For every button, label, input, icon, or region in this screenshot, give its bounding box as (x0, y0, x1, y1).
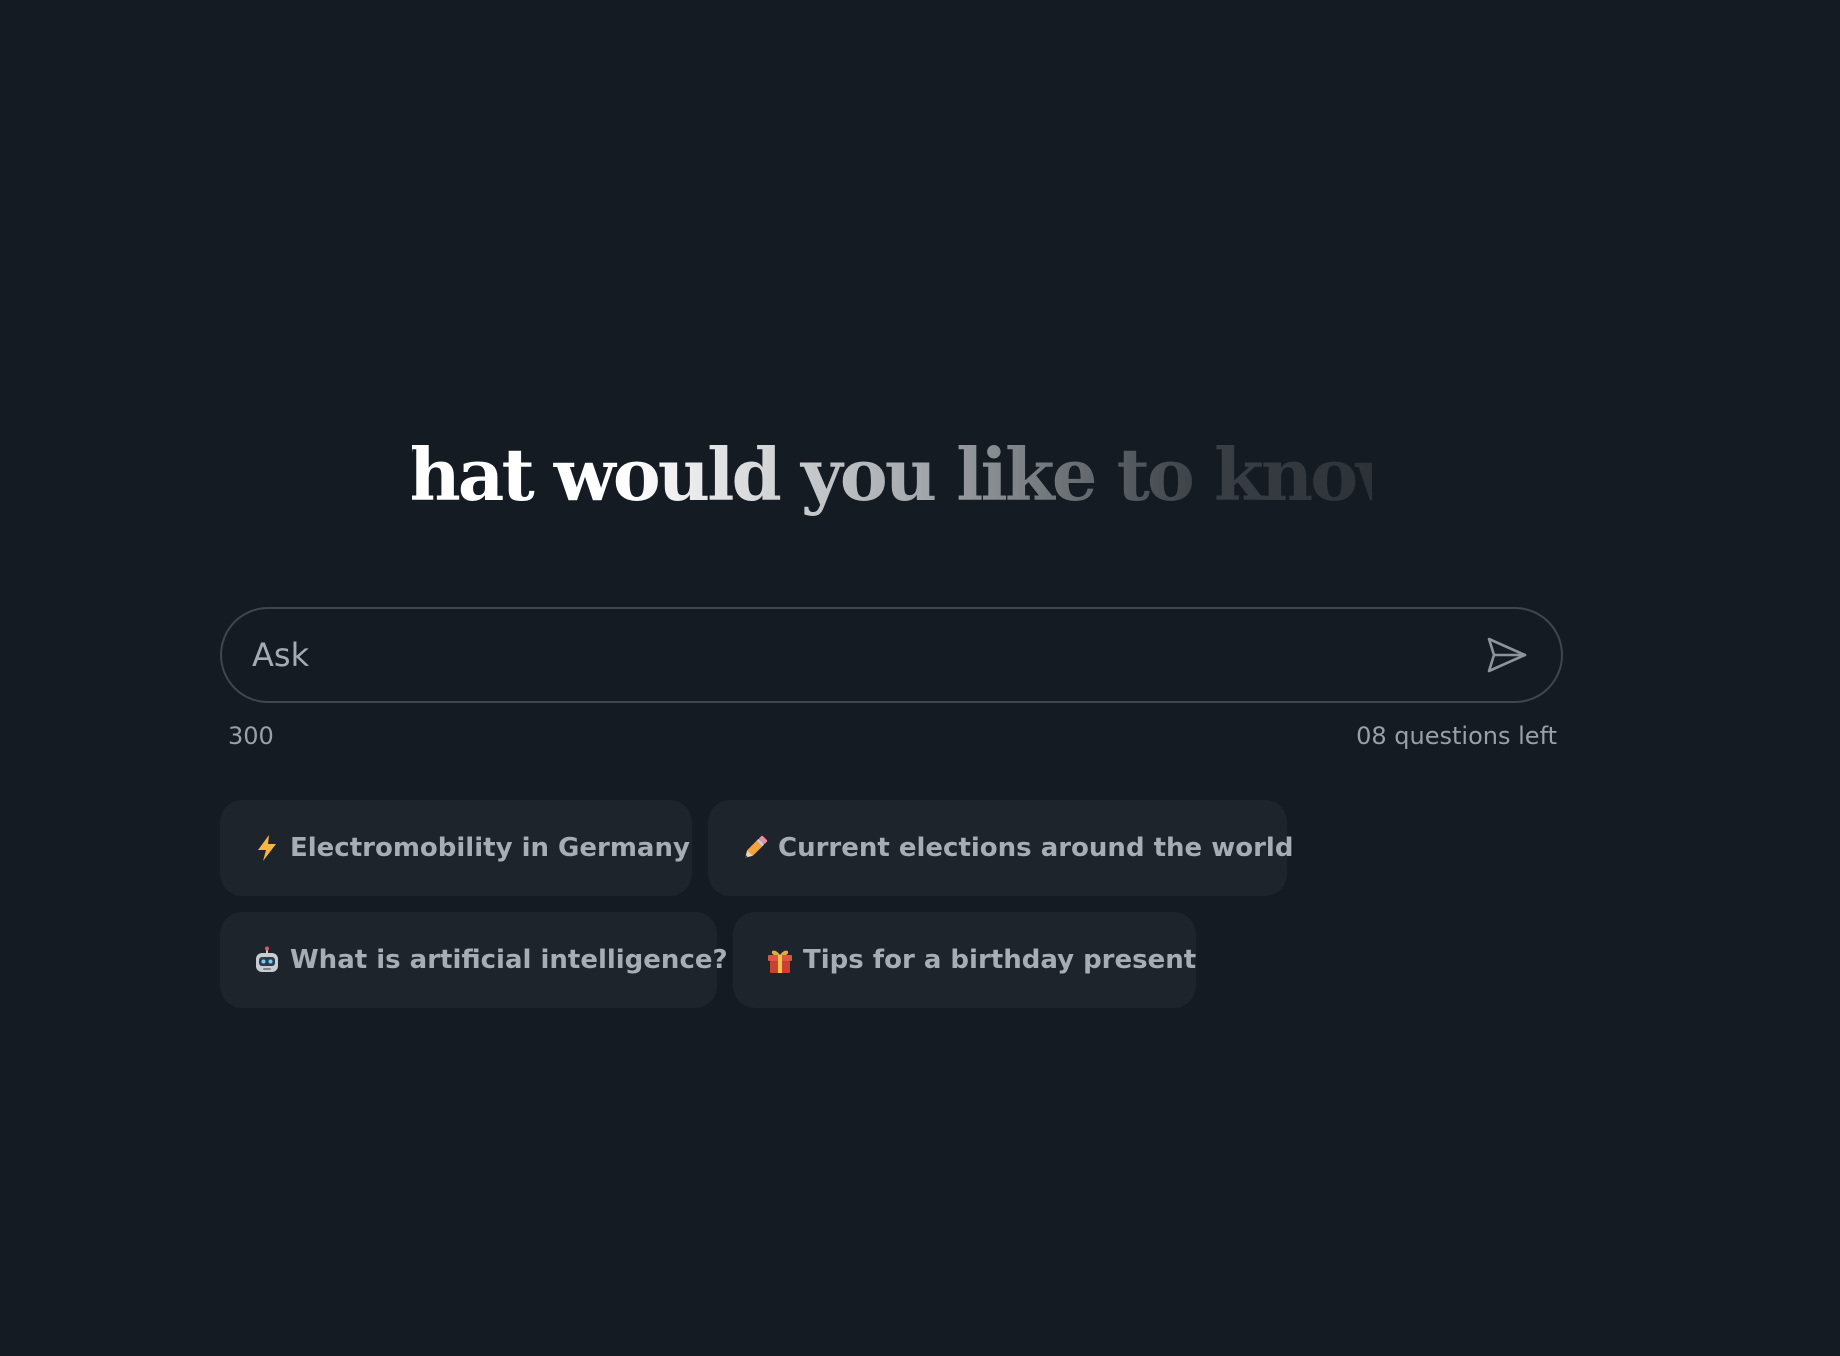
ask-input[interactable] (252, 609, 1432, 701)
robot-icon (254, 946, 280, 974)
suggestion-chip-electromobility[interactable]: Electromobility in Germany (220, 800, 692, 896)
character-counter: 300 (228, 722, 274, 750)
suggestion-chip-elections[interactable]: Current elections around the world (708, 800, 1293, 896)
suggestion-label: What is artificial intelligence? (290, 945, 728, 975)
suggestion-label: Tips for a birthday present (803, 945, 1197, 975)
lightning-icon (254, 834, 280, 862)
pencil-icon (742, 834, 768, 862)
page-title: What would you like to know? (0, 420, 1784, 530)
send-icon (1487, 637, 1527, 673)
send-button[interactable] (1483, 631, 1531, 679)
ask-field[interactable] (220, 607, 1563, 703)
suggestion-chip-birthday[interactable]: Tips for a birthday present (733, 912, 1196, 1008)
suggestion-label: Current elections around the world (778, 833, 1294, 863)
questions-left-counter: 08 questions left (1356, 722, 1557, 750)
suggestion-chip-ai[interactable]: What is artificial intelligence? (220, 912, 728, 1008)
gift-icon (767, 946, 793, 974)
suggestion-label: Electromobility in Germany (290, 833, 690, 863)
